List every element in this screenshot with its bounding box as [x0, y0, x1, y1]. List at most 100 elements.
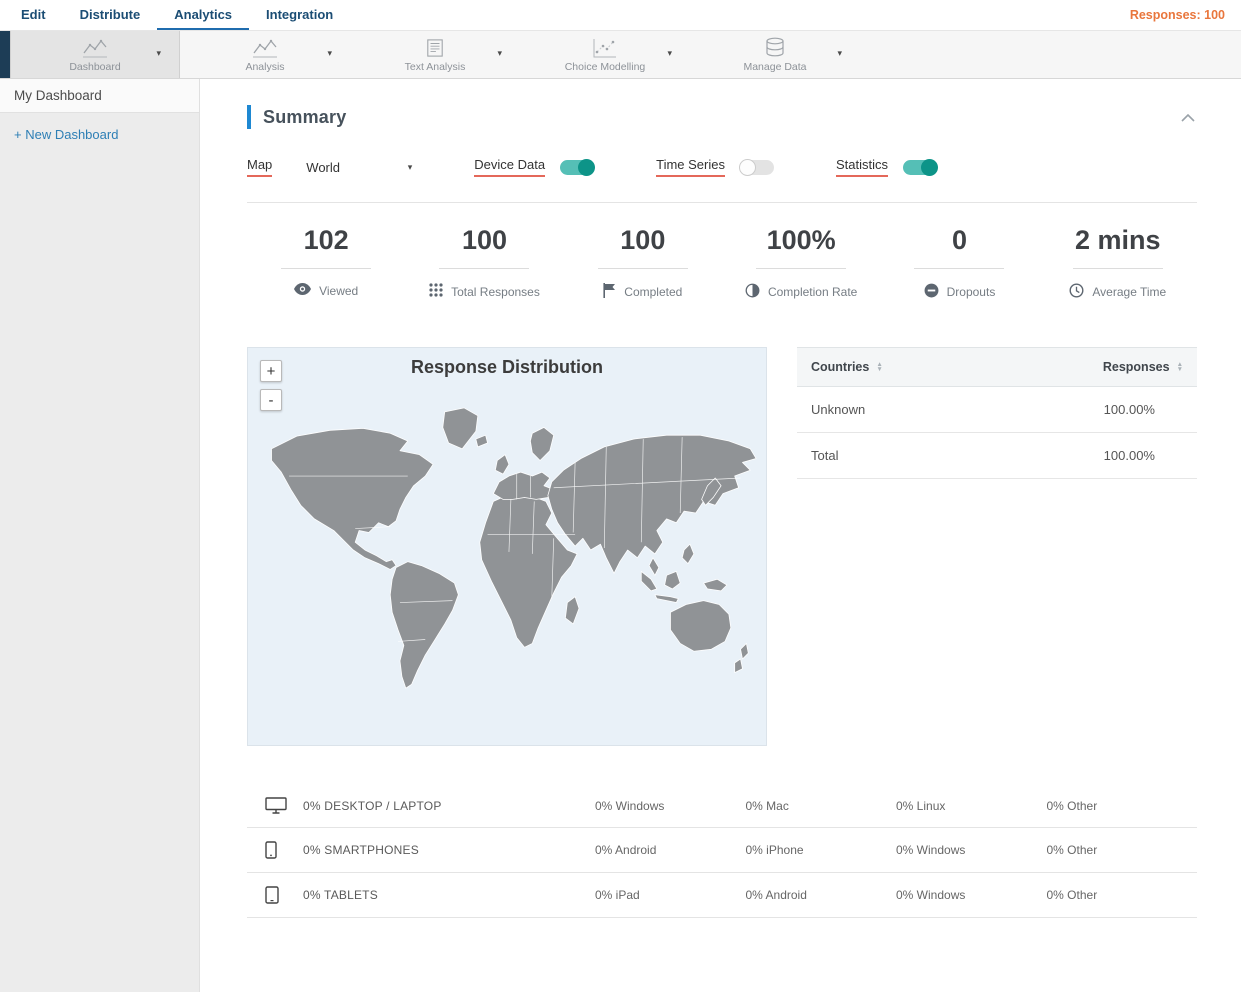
chevron-down-icon: ▾: [407, 161, 413, 172]
main-panel: Summary Map World ▾ Device Data Time Ser…: [200, 79, 1241, 992]
desktop-icon: [265, 797, 291, 814]
stat-value: 100: [597, 225, 688, 269]
toolbar-item-text-analysis[interactable]: Text Analysis ▾: [350, 31, 520, 78]
stat-viewed: 102 Viewed: [247, 225, 405, 301]
toolbar-item-dashboard[interactable]: Dashboard ▾: [10, 31, 180, 78]
country-name: Total: [811, 448, 839, 463]
stat-value: 2 mins: [1072, 225, 1163, 269]
stat-average-time: 2 mins Average Time: [1039, 225, 1197, 301]
country-responses: 100.00%: [1103, 448, 1155, 463]
device-category: 0% SMARTPHONES: [303, 843, 419, 857]
grid-dots-icon: [429, 283, 443, 300]
toolbar-item-label: Choice Modelling: [564, 60, 646, 73]
device-cell: 0% Linux: [896, 798, 946, 813]
document-icon: [426, 37, 444, 59]
map-region-select[interactable]: World ▾: [306, 160, 412, 175]
nav-item-distribute[interactable]: Distribute: [63, 0, 158, 30]
device-category: 0% DESKTOP / LAPTOP: [303, 798, 442, 813]
table-row: 0% DESKTOP / LAPTOP 0% Windows 0% Mac 0%…: [247, 784, 1197, 828]
chevron-down-icon[interactable]: ▾: [327, 48, 332, 59]
world-map[interactable]: [254, 404, 760, 696]
chevron-down-icon[interactable]: ▾: [156, 48, 161, 59]
nav-item-analytics[interactable]: Analytics: [157, 0, 250, 30]
map-region-value: World: [306, 159, 341, 175]
sidebar-item-my-dashboard[interactable]: My Dashboard: [0, 79, 199, 113]
table-row: Total 100.00%: [797, 433, 1197, 479]
device-data-table: 0% DESKTOP / LAPTOP 0% Windows 0% Mac 0%…: [247, 784, 1197, 918]
stat-label: Dropouts: [946, 285, 996, 299]
chevron-down-icon[interactable]: ▾: [497, 48, 502, 59]
sort-icon: ▲ ▼: [1176, 361, 1183, 373]
time-series-label: Time Series: [656, 157, 725, 177]
line-chart-icon: [252, 37, 278, 59]
nav-item-edit[interactable]: Edit: [4, 0, 63, 30]
top-nav-links: Edit Distribute Analytics Integration: [0, 0, 350, 30]
stat-label: Viewed: [319, 283, 359, 298]
responses-count: Responses: 100: [1129, 8, 1225, 22]
new-dashboard-button[interactable]: + New Dashboard: [0, 113, 199, 156]
device-category: 0% TABLETS: [303, 888, 378, 902]
toolbar-item-label: Analysis: [245, 60, 285, 73]
device-data-control: Device Data: [474, 157, 596, 177]
half-circle-icon: [745, 283, 760, 301]
country-responses: 100.00%: [1103, 402, 1155, 417]
summary-stats: 102 Viewed 100 Total Responses 100 Compl…: [247, 225, 1197, 301]
toolbar-item-choice-modelling[interactable]: Choice Modelling ▾: [520, 31, 690, 78]
dashboard-sidebar: My Dashboard + New Dashboard: [0, 79, 200, 992]
top-nav: Edit Distribute Analytics Integration Re…: [0, 0, 1241, 30]
statistics-label: Statistics: [835, 157, 888, 177]
responses-sort-header[interactable]: Responses ▲ ▼: [1103, 360, 1183, 374]
zoom-in-button[interactable]: +: [260, 360, 282, 382]
stat-label: Completed: [624, 285, 683, 299]
smartphone-icon: [265, 841, 291, 859]
toolbar-item-label: Text Analysis: [404, 60, 466, 73]
accent-bar: [247, 105, 251, 129]
summary-controls: Map World ▾ Device Data Time Series Stat…: [247, 157, 1197, 177]
time-series-toggle[interactable]: [738, 158, 774, 176]
stat-completed: 100 Completed: [564, 225, 722, 301]
clock-icon: [1069, 283, 1084, 301]
stat-dropouts: 0 Dropouts: [880, 225, 1038, 301]
device-cell: 0% iPhone: [745, 843, 804, 857]
map-label: Map: [247, 157, 273, 177]
line-chart-icon: [82, 37, 108, 59]
device-cell: 0% Mac: [745, 798, 789, 813]
responses-header-label: Responses: [1102, 360, 1170, 374]
section-title: Summary: [263, 106, 347, 127]
device-cell: 0% Android: [745, 888, 807, 902]
toolbar-item-manage-data[interactable]: Manage Data ▾: [690, 31, 860, 78]
response-distribution-map[interactable]: Response Distribution + -: [247, 347, 767, 746]
toggle-knob: [921, 158, 938, 176]
toolbar-accent-strip: [0, 31, 10, 78]
statistics-toggle[interactable]: [903, 158, 938, 176]
time-series-control: Time Series: [656, 157, 774, 177]
zoom-out-button[interactable]: -: [260, 389, 282, 411]
device-cell: 0% Other: [1046, 843, 1098, 857]
nav-item-integration[interactable]: Integration: [249, 0, 350, 30]
device-cell: 0% Other: [1046, 888, 1098, 902]
map-title: Response Distribution: [410, 357, 603, 377]
countries-table-header: Countries ▲ ▼ Responses ▲ ▼: [797, 347, 1197, 387]
chevron-down-icon[interactable]: ▾: [837, 48, 842, 59]
chevron-down-icon[interactable]: ▾: [667, 48, 672, 59]
collapse-chevron-icon[interactable]: [1181, 109, 1195, 127]
stat-label: Completion Rate: [767, 285, 858, 299]
summary-header: Summary: [247, 105, 1197, 129]
stat-label: Average Time: [1092, 285, 1167, 299]
sort-icon: ▲ ▼: [876, 361, 883, 373]
toggle-knob: [738, 158, 756, 176]
toolbar-item-analysis[interactable]: Analysis ▾: [180, 31, 350, 78]
table-row: 0% TABLETS 0% iPad 0% Android 0% Windows…: [247, 873, 1197, 918]
flag-icon: [603, 283, 616, 301]
database-icon: [765, 37, 785, 59]
divider: [247, 202, 1197, 203]
device-cell: 0% Windows: [896, 888, 966, 902]
analytics-toolbar: Dashboard ▾ Analysis ▾ Text Analysis ▾ C…: [0, 30, 1241, 79]
countries-sort-header[interactable]: Countries ▲ ▼: [811, 360, 883, 374]
country-name: Unknown: [811, 402, 866, 417]
stat-value: 100: [439, 225, 530, 269]
table-row: Unknown 100.00%: [797, 387, 1197, 433]
toggle-knob: [578, 158, 596, 176]
device-data-toggle[interactable]: [560, 158, 596, 176]
countries-table: Countries ▲ ▼ Responses ▲ ▼ Unknown 100.00…: [797, 347, 1197, 746]
